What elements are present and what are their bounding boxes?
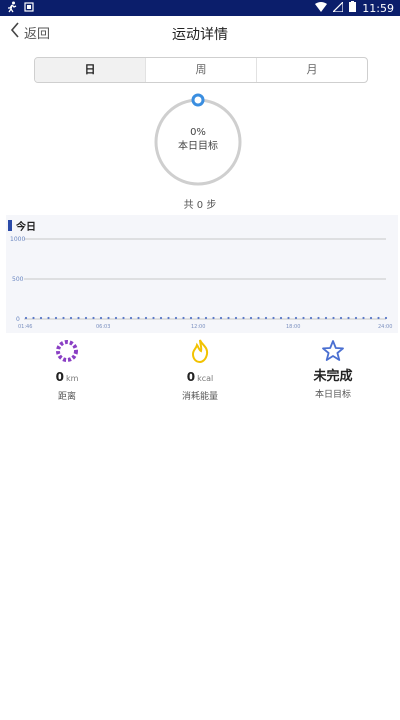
data-point: [227, 316, 230, 320]
stat-distance: 0 km 距离: [22, 338, 112, 402]
y-tick-label: 500: [12, 276, 24, 283]
notification-icon: [24, 2, 34, 15]
data-point: [212, 316, 215, 320]
data-point: [317, 316, 320, 320]
data-point: [137, 316, 140, 320]
progress-caption: 本日目标: [178, 141, 218, 152]
stat-distance-unit: km: [65, 374, 79, 383]
data-point: [219, 316, 223, 320]
x-tick-label: 24:00: [378, 324, 392, 330]
data-point: [107, 316, 110, 320]
battery-icon: [349, 1, 357, 15]
y-tick-label: 1000: [10, 236, 25, 243]
data-point: [354, 316, 358, 320]
stat-distance-value: 0: [55, 370, 64, 384]
y-tick-label: 0: [16, 316, 20, 323]
data-point: [152, 316, 155, 320]
app-header: 返回 运动详情: [0, 16, 400, 50]
data-point: [47, 316, 50, 320]
data-point: [159, 316, 163, 320]
x-tick-label: 12:00: [191, 324, 205, 330]
data-point: [92, 316, 95, 320]
stat-calories-value: 0: [186, 370, 196, 384]
data-point: [377, 316, 380, 320]
data-point: [347, 316, 350, 320]
data-point: [204, 316, 208, 320]
data-point: [264, 316, 268, 320]
stats-row: 0 km 距离 0 kcal 消耗能量 未完成 本日目标: [0, 338, 400, 408]
data-point: [167, 316, 170, 320]
data-point: [384, 316, 388, 320]
data-point: [324, 316, 328, 320]
stat-goal-label: 本日目标: [314, 390, 351, 400]
signal-icon: [331, 0, 344, 15]
data-point: [287, 316, 290, 320]
data-point: [39, 316, 43, 320]
data-point: [114, 316, 118, 320]
stat-distance-label: 距离: [57, 392, 76, 402]
data-point: [129, 316, 133, 320]
data-point: [54, 316, 58, 320]
data-point: [257, 316, 260, 320]
data-point: [99, 316, 103, 320]
stat-calories-label: 消耗能量: [181, 392, 218, 402]
data-point: [24, 316, 28, 320]
data-point: [182, 316, 185, 320]
x-tick-label: 06:03: [96, 324, 110, 330]
data-point: [174, 316, 178, 320]
status-time: 11:59: [362, 1, 394, 15]
stat-goal-value: 未完成: [313, 369, 353, 384]
data-point: [294, 316, 298, 320]
page-title: 运动详情: [172, 27, 228, 43]
status-bar: 11:59: [0, 0, 400, 16]
stat-goal: 未完成 本日目标: [288, 338, 378, 400]
x-tick-label: 01:46: [18, 324, 32, 330]
data-point: [62, 316, 65, 320]
stat-calories-unit: kcal: [197, 374, 214, 383]
period-tabs: 日 周 月: [34, 57, 368, 83]
running-man-icon: [6, 1, 18, 16]
data-point: [32, 316, 35, 320]
wifi-icon: [315, 1, 328, 15]
total-steps: 共 0 步: [183, 200, 217, 211]
data-point: [242, 316, 245, 320]
x-tick-label: 18:00: [286, 324, 300, 330]
data-point: [362, 316, 365, 320]
data-point: [339, 316, 343, 320]
data-point: [249, 316, 253, 320]
stat-calories: 0 kcal 消耗能量: [155, 338, 245, 402]
data-point: [77, 316, 80, 320]
distance-icon: [54, 338, 80, 364]
tab-day[interactable]: 日: [35, 58, 146, 82]
data-point: [122, 316, 125, 320]
data-point: [369, 316, 373, 320]
data-point: [189, 316, 193, 320]
data-point: [302, 316, 305, 320]
data-point: [309, 316, 313, 320]
steps-chart: 今日 1000 500 0 01:46 06:03 12:00 18:00 24…: [6, 215, 398, 333]
data-point: [272, 316, 275, 320]
data-point: [69, 316, 73, 320]
goal-progress-ring: 0% 本日目标: [150, 92, 246, 188]
progress-percent: 0%: [190, 127, 206, 138]
star-icon: [320, 338, 346, 364]
flame-icon: [187, 338, 213, 364]
data-point: [84, 316, 88, 320]
data-point: [197, 316, 200, 320]
data-point: [144, 316, 148, 320]
data-point: [234, 316, 238, 320]
tab-month[interactable]: 月: [257, 58, 367, 82]
tab-week[interactable]: 周: [146, 58, 257, 82]
data-point: [279, 316, 283, 320]
data-point: [332, 316, 335, 320]
